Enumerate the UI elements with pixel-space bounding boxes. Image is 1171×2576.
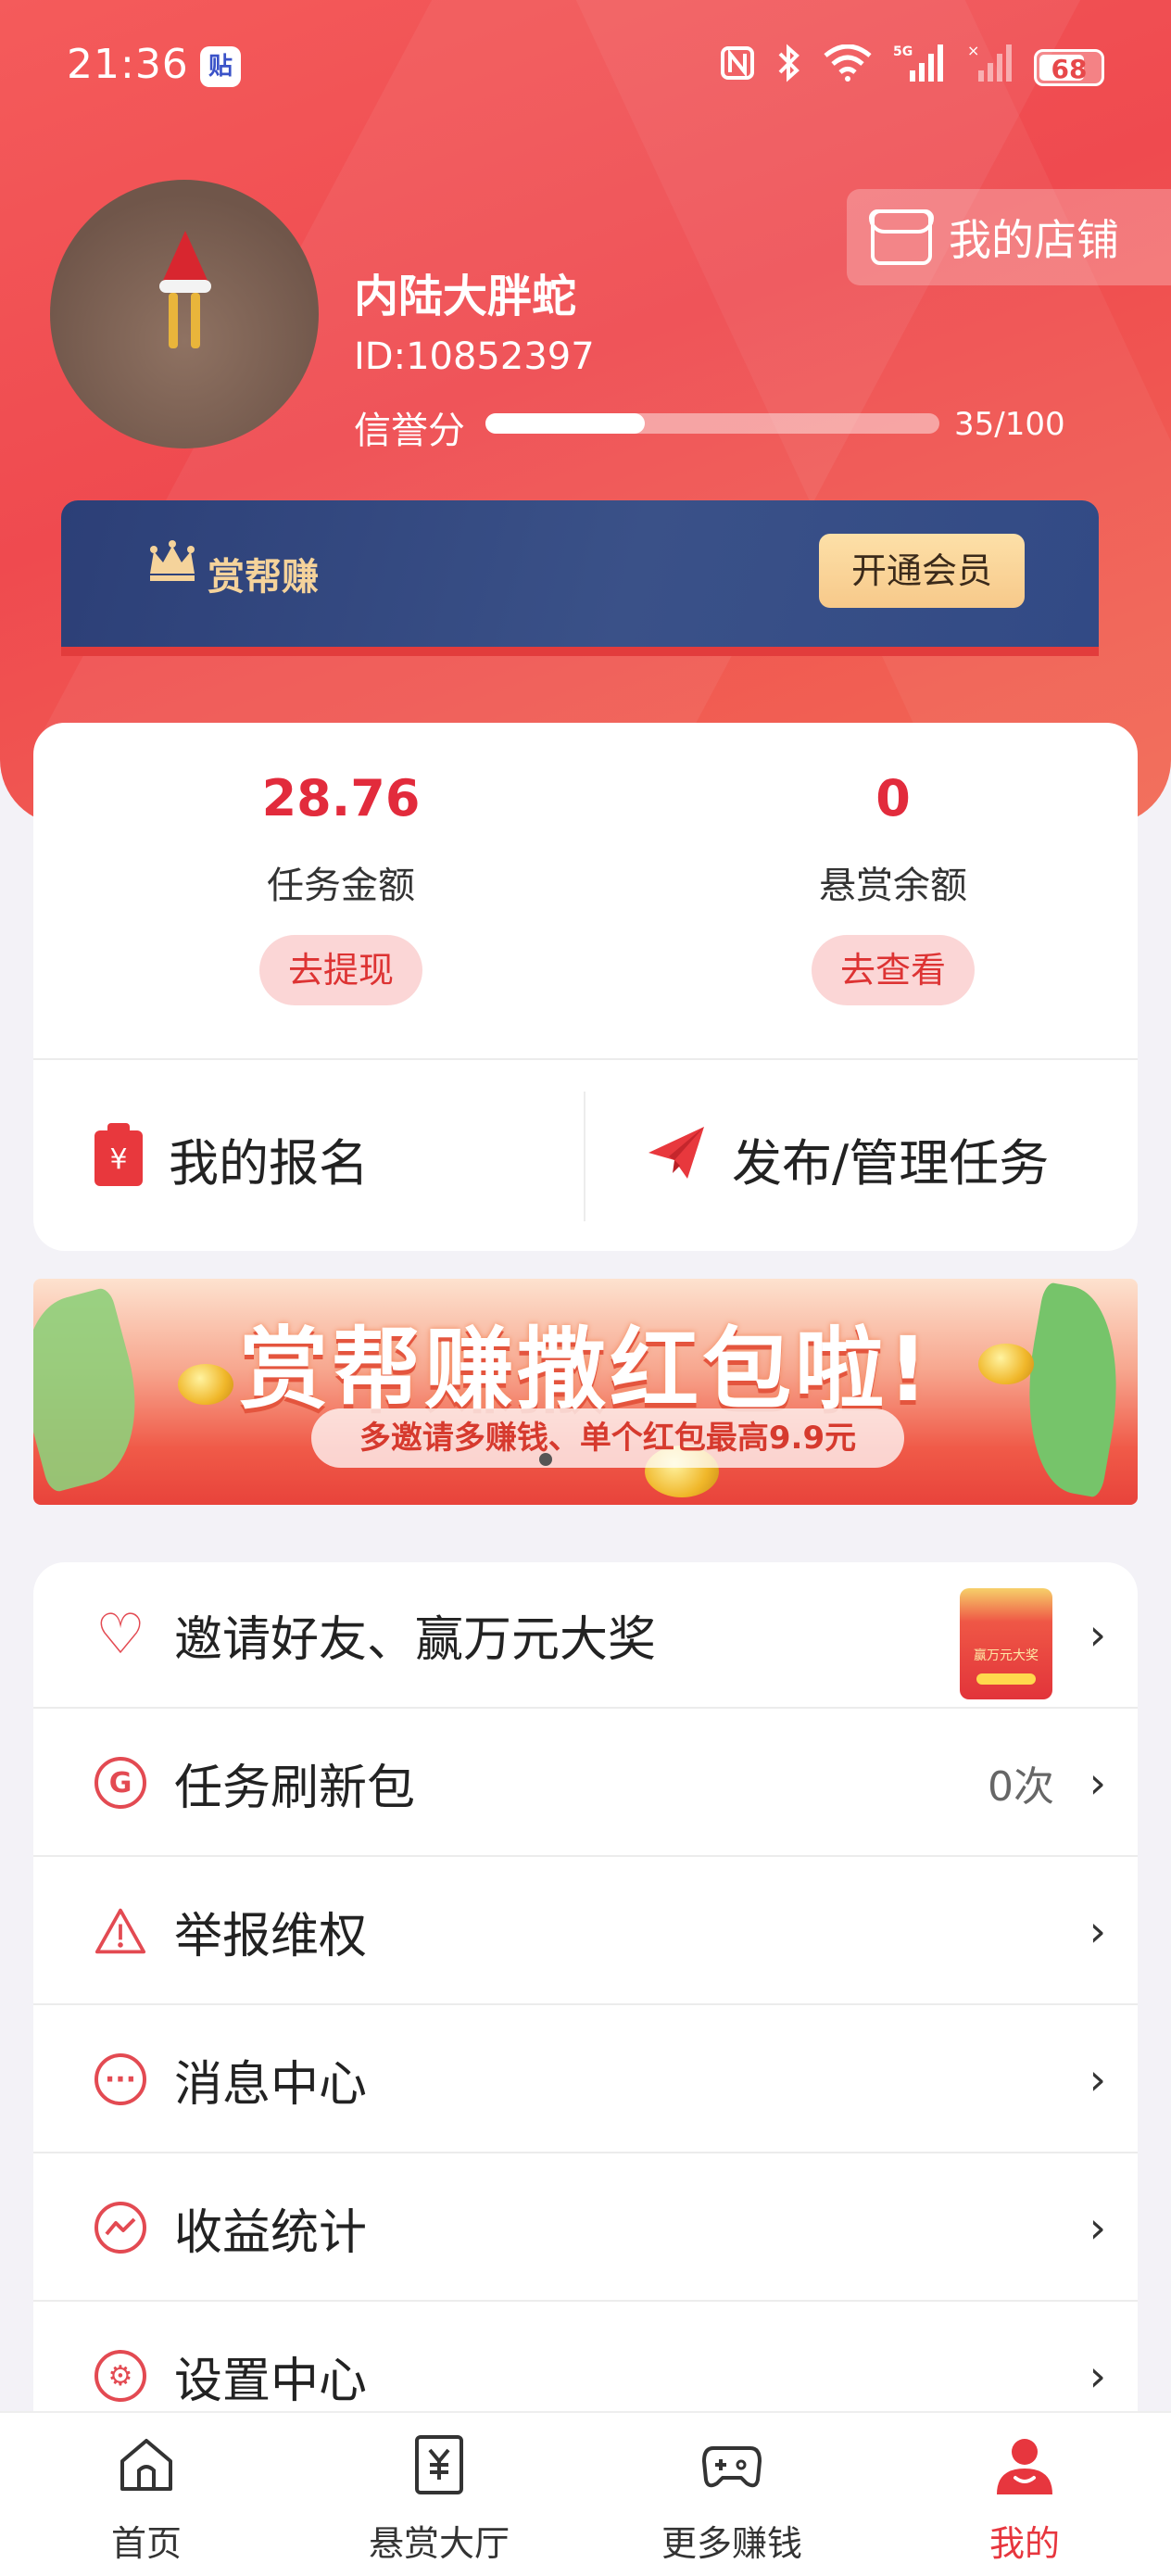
gamepad-icon (700, 2433, 763, 2496)
bottom-navigation: 首页 悬赏大厅 更多赚钱 我的 (0, 2411, 1171, 2576)
task-amount-value: 28.76 (261, 769, 421, 827)
5g-signal-icon: 5G (893, 43, 947, 92)
clipboard-yuan-icon: ¥ (94, 1123, 143, 1186)
status-icons: 5G × 68 (719, 42, 1104, 92)
chevron-right-icon: › (1089, 1758, 1106, 1808)
my-signup-label: 我的报名 (169, 1133, 369, 1193)
refresh-icon: G (94, 1757, 146, 1809)
crown-icon (146, 539, 198, 595)
status-bar: 21:36 贴 5G × 68 (0, 0, 1171, 139)
heart-icon: ♡ (95, 1602, 145, 1667)
vip-title: 赏帮赚 (208, 556, 319, 599)
my-shop-label: 我的店铺 (949, 215, 1119, 265)
svg-text:5G: 5G (893, 44, 913, 59)
user-id: ID:10852397 (354, 335, 595, 378)
reward-balance-label: 悬赏余额 (819, 865, 967, 907)
nav-more-earnings[interactable]: 更多赚钱 (586, 2413, 878, 2576)
nav-label: 首页 (110, 2523, 182, 2564)
menu-item-messages[interactable]: ··· 消息中心 › (33, 2007, 1138, 2153)
paper-plane-icon (647, 1125, 706, 1193)
divider (584, 1092, 586, 1221)
vip-banner[interactable]: 赏帮赚 开通会员 (61, 500, 1099, 647)
menu-item-label: 消息中心 (174, 2056, 368, 2113)
menu-item-refresh-pack[interactable]: G 任务刷新包 0次 › (33, 1711, 1138, 1857)
reward-hall-icon (408, 2433, 471, 2496)
menu-item-earnings-stats[interactable]: 收益统计 › (33, 2155, 1138, 2302)
nav-label: 悬赏大厅 (368, 2523, 510, 2564)
menu-item-invite-friends[interactable]: ♡ 邀请好友、赢万元大奖 赢万元大奖 › (33, 1562, 1138, 1709)
credit-score-fill (485, 413, 645, 434)
banner-subtitle: 多邀请多赚钱、单个红包最高9.9元 (311, 1408, 904, 1468)
menu-item-label: 设置中心 (174, 2353, 368, 2409)
trend-chart-icon (94, 2202, 146, 2254)
banner-title: 赏帮赚撒红包啦! (239, 1318, 932, 1421)
wifi-icon (823, 44, 873, 90)
nav-reward-hall[interactable]: 悬赏大厅 (293, 2413, 586, 2576)
chevron-right-icon: › (1089, 1906, 1106, 1956)
task-amount-section: 28.76 任务金额 去提现 (109, 769, 573, 1005)
gift-red-packet-image: 赢万元大奖 (960, 1588, 1052, 1699)
credit-score-value: 35/100 (954, 406, 1065, 443)
chevron-right-icon: › (1089, 2351, 1106, 2401)
signal-icon: × (967, 42, 1014, 92)
menu-item-label: 举报维权 (174, 1908, 368, 1964)
menu-item-label: 邀请好友、赢万元大奖 (174, 1611, 657, 1668)
publish-manage-label: 发布/管理任务 (732, 1133, 1050, 1193)
chevron-right-icon: › (1089, 2203, 1106, 2253)
gift-text: 赢万元大奖 (974, 1648, 1039, 1663)
nav-home[interactable]: 首页 (0, 2413, 293, 2576)
profile-icon (993, 2433, 1056, 2496)
chevron-right-icon: › (1089, 2054, 1106, 2104)
nav-label: 我的 (988, 2523, 1060, 2564)
credit-score-bar (485, 413, 939, 434)
my-shop-button[interactable]: 我的店铺 (847, 189, 1171, 285)
reward-balance-section: 0 悬赏余额 去查看 (661, 769, 1125, 1005)
balance-card: 28.76 任务金额 去提现 0 悬赏余额 去查看 ¥ 我的报名 发布/管理任务 (33, 723, 1138, 1251)
battery-level: 68 (1051, 53, 1088, 84)
message-icon: ··· (94, 2053, 146, 2105)
menu-item-label: 收益统计 (174, 2204, 368, 2261)
nav-label: 更多赚钱 (661, 2523, 802, 2564)
menu-item-label: 任务刷新包 (174, 1760, 416, 1816)
carousel-indicator (539, 1453, 552, 1466)
reward-balance-value: 0 (875, 769, 911, 827)
open-membership-button[interactable]: 开通会员 (819, 534, 1025, 608)
nfc-icon (719, 44, 756, 90)
my-signup-button[interactable]: ¥ 我的报名 (94, 1112, 369, 1205)
bluetooth-icon (776, 43, 802, 92)
battery-icon: 68 (1034, 48, 1104, 86)
shop-icon (869, 209, 934, 265)
refresh-count: 0次 (988, 1763, 1054, 1811)
warning-icon (94, 1905, 146, 1957)
view-balance-button[interactable]: 去查看 (812, 935, 975, 1005)
menu-item-report[interactable]: 举报维权 › (33, 1859, 1138, 2005)
credit-score-label: 信誉分 (354, 410, 465, 452)
svg-text:×: × (967, 43, 979, 59)
red-packet-promo-banner[interactable]: 赏帮赚撒红包啦! 多邀请多赚钱、单个红包最高9.9元 (33, 1279, 1138, 1505)
avatar[interactable] (50, 180, 319, 448)
user-name: 内陆大胖蛇 (354, 271, 577, 322)
home-icon (115, 2433, 178, 2496)
withdraw-button[interactable]: 去提现 (259, 935, 422, 1005)
divider (33, 1058, 1138, 1060)
notification-app-icon: 贴 (200, 46, 241, 87)
nav-mine[interactable]: 我的 (878, 2413, 1171, 2576)
task-amount-label: 任务金额 (267, 865, 415, 907)
status-time: 21:36 (67, 41, 189, 88)
gear-icon: ⚙ (94, 2350, 146, 2402)
publish-manage-task-button[interactable]: 发布/管理任务 (647, 1112, 1049, 1205)
chevron-right-icon: › (1089, 1610, 1106, 1660)
